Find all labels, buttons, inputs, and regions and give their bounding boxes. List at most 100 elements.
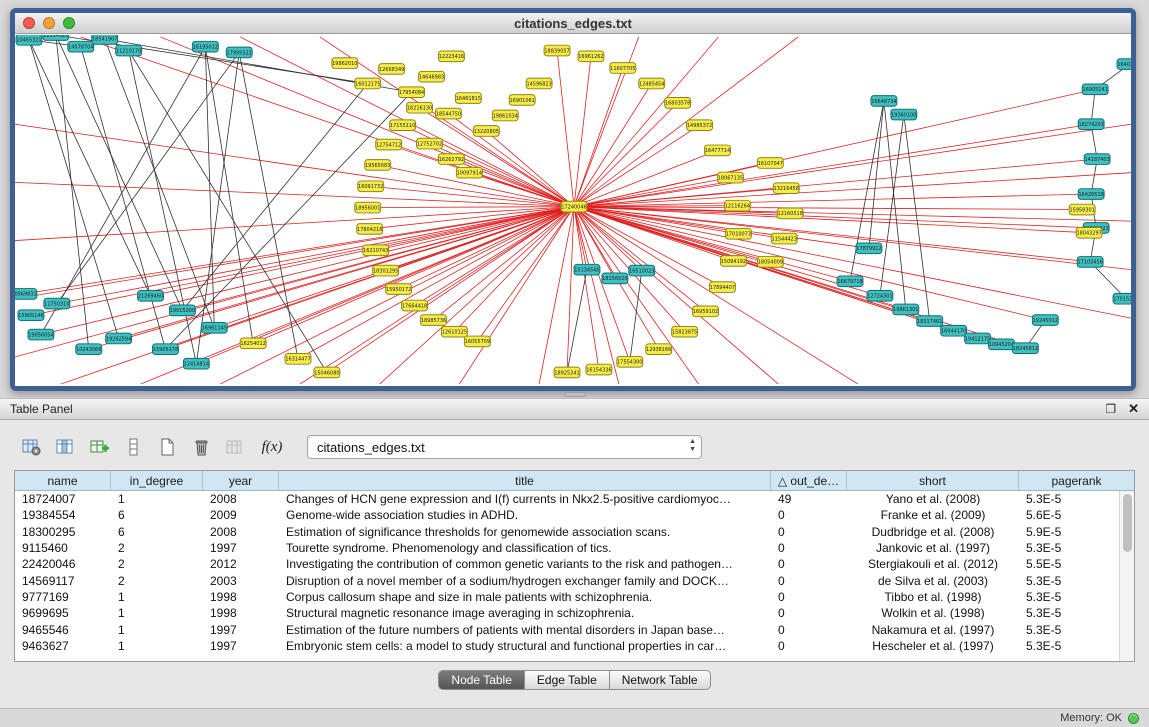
column-header-in_degree[interactable]: in_degree <box>111 471 203 490</box>
graph-node[interactable]: 18985736 <box>421 315 447 326</box>
merge-table-icon[interactable] <box>222 434 249 461</box>
graph-node[interactable]: 14078704 <box>68 41 94 52</box>
column-header-out_de[interactable]: △ out_de… <box>771 471 847 490</box>
graph-node[interactable]: 16314477 <box>285 354 311 365</box>
graph-node[interactable]: 12485454 <box>639 78 665 89</box>
graph-node[interactable]: 18043297 <box>1076 227 1102 238</box>
graph-node[interactable]: 17664418 <box>402 300 428 311</box>
graph-node[interactable]: 15958301 <box>1069 204 1095 215</box>
graph-node[interactable]: 16262792 <box>438 154 464 165</box>
minimize-window-button[interactable] <box>43 17 55 29</box>
graph-node[interactable]: 16055709 <box>464 336 490 347</box>
float-panel-icon[interactable]: ❐ <box>1105 402 1116 416</box>
graph-node[interactable]: 10097914 <box>456 167 482 178</box>
graph-node[interactable]: 11750310 <box>44 298 70 309</box>
graph-node[interactable]: 12014320 <box>43 35 69 40</box>
show-columns-icon[interactable] <box>52 434 79 461</box>
graph-node[interactable]: 17954084 <box>399 87 425 98</box>
graph-node[interactable]: 11607705 <box>610 63 636 74</box>
graph-node[interactable]: 16426518 <box>1078 189 1104 200</box>
scrollbar-thumb[interactable] <box>1123 494 1132 552</box>
network-canvas[interactable]: 1724004618216130171551101275471219565683… <box>15 35 1131 386</box>
column-header-year[interactable]: year <box>203 471 279 490</box>
graph-node[interactable]: 20569831 <box>15 289 37 300</box>
column-header-name[interactable]: name <box>15 471 111 490</box>
graph-node[interactable]: 15094192 <box>720 256 746 267</box>
graph-node[interactable]: 18544750 <box>435 108 461 119</box>
graph-node[interactable]: 16154336 <box>586 364 612 375</box>
graph-node[interactable]: 10243066 <box>76 344 102 355</box>
graph-node[interactable]: 16461815 <box>455 93 481 104</box>
graph-node[interactable]: 19862010 <box>332 58 358 69</box>
graph-node[interactable]: 17155110 <box>390 120 416 131</box>
graph-node[interactable]: 16403402 <box>1117 59 1131 70</box>
graph-node[interactable]: 12754712 <box>376 139 402 150</box>
graph-node[interactable]: 12752702 <box>417 138 443 149</box>
graph-node[interactable]: 16961262 <box>578 51 604 62</box>
graph-node[interactable]: 16803578 <box>665 98 691 109</box>
graph-node[interactable]: 16044170 <box>941 325 967 336</box>
tab-network-table[interactable]: Network Table <box>610 670 711 690</box>
graph-node[interactable]: 17995522 <box>226 47 252 58</box>
graph-node[interactable]: 18274203 <box>1078 119 1104 130</box>
graph-node[interactable]: 19412175 <box>965 333 991 344</box>
function-icon[interactable]: f(x) <box>256 434 288 461</box>
graph-node[interactable]: 16510023 <box>629 265 655 276</box>
window-titlebar[interactable]: citations_edges.txt <box>15 13 1131 34</box>
graph-node[interactable]: 15134545 <box>574 264 600 275</box>
table-scrollbar[interactable] <box>1119 491 1134 661</box>
table-row[interactable]: 977716911998Corpus callosum shape and si… <box>15 589 1119 605</box>
graph-node[interactable]: 21269460 <box>138 290 164 301</box>
table-source-dropdown[interactable]: citations_edges.txt ▲▼ <box>307 435 702 459</box>
close-panel-icon[interactable]: ✕ <box>1128 401 1139 417</box>
import-table-icon[interactable] <box>86 434 113 461</box>
graph-node[interactable]: 17894407 <box>710 282 736 293</box>
graph-node[interactable]: 13216458 <box>773 183 799 194</box>
table-row[interactable]: 946554611997Estimation of the future num… <box>15 621 1119 637</box>
graph-node[interactable]: 11544423 <box>771 233 797 244</box>
graph-node[interactable]: 16901061 <box>509 95 535 106</box>
graph-node[interactable]: 16091732 <box>358 181 384 192</box>
graph-node[interactable]: 12414814 <box>183 358 209 369</box>
panel-splitter[interactable] <box>0 391 1149 398</box>
graph-node[interactable]: 17554300 <box>617 356 643 367</box>
graph-node[interactable]: 15905178 <box>153 344 179 355</box>
graph-node[interactable]: 12938166 <box>646 344 672 355</box>
new-file-icon[interactable] <box>154 434 181 461</box>
graph-node[interactable]: 18301295 <box>373 265 399 276</box>
zoom-window-button[interactable] <box>63 17 75 29</box>
graph-node[interactable]: 12223416 <box>438 51 464 62</box>
graph-node[interactable]: 17010073 <box>725 228 751 239</box>
graph-node[interactable]: 15823875 <box>672 326 698 337</box>
graph-node[interactable]: 19565683 <box>365 160 391 171</box>
column-header-title[interactable]: title <box>279 471 771 490</box>
table-row[interactable]: 1456911722003Disruption of a novel membe… <box>15 572 1119 588</box>
table-row[interactable]: 2242004622012Investigating the contribut… <box>15 556 1119 572</box>
graph-node[interactable]: 16254012 <box>240 338 266 349</box>
graph-node[interactable]: 10945204 <box>989 339 1015 350</box>
graph-node[interactable]: 15950172 <box>386 284 412 295</box>
graph-node[interactable]: 16210743 <box>363 245 389 256</box>
graph-node[interactable]: 16195012 <box>192 41 218 52</box>
table-row[interactable]: 1830029562008Estimation of significance … <box>15 524 1119 540</box>
graph-node[interactable]: 16961145 <box>201 322 227 333</box>
memory-status-icon[interactable] <box>1128 713 1139 724</box>
graph-node[interactable]: 18925341 <box>554 367 580 378</box>
table-settings-icon[interactable] <box>18 434 45 461</box>
graph-node[interactable]: 18839057 <box>544 45 570 56</box>
graph-node[interactable]: 17240046 <box>561 201 587 212</box>
table-row[interactable]: 911546021997Tourette syndrome. Phenomeno… <box>15 540 1119 556</box>
graph-node[interactable]: 13220805 <box>473 126 499 137</box>
graph-node[interactable]: 18156020 <box>602 273 628 284</box>
graph-node[interactable]: 19861301 <box>893 304 919 315</box>
graph-node[interactable]: 18067135 <box>717 172 743 183</box>
graph-node[interactable]: 19360100 <box>891 109 917 120</box>
splitter-grip-icon[interactable] <box>564 392 586 397</box>
graph-node[interactable]: 14646983 <box>419 71 445 82</box>
graph-node[interactable]: 16107047 <box>757 158 783 169</box>
graph-node[interactable]: 14187403 <box>1084 154 1110 165</box>
graph-node[interactable]: 18054009 <box>757 257 783 268</box>
graph-node[interactable]: 19245012 <box>1032 315 1058 326</box>
graph-node[interactable]: 10465321 <box>16 35 42 45</box>
graph-node[interactable]: 18317461 <box>917 316 943 327</box>
